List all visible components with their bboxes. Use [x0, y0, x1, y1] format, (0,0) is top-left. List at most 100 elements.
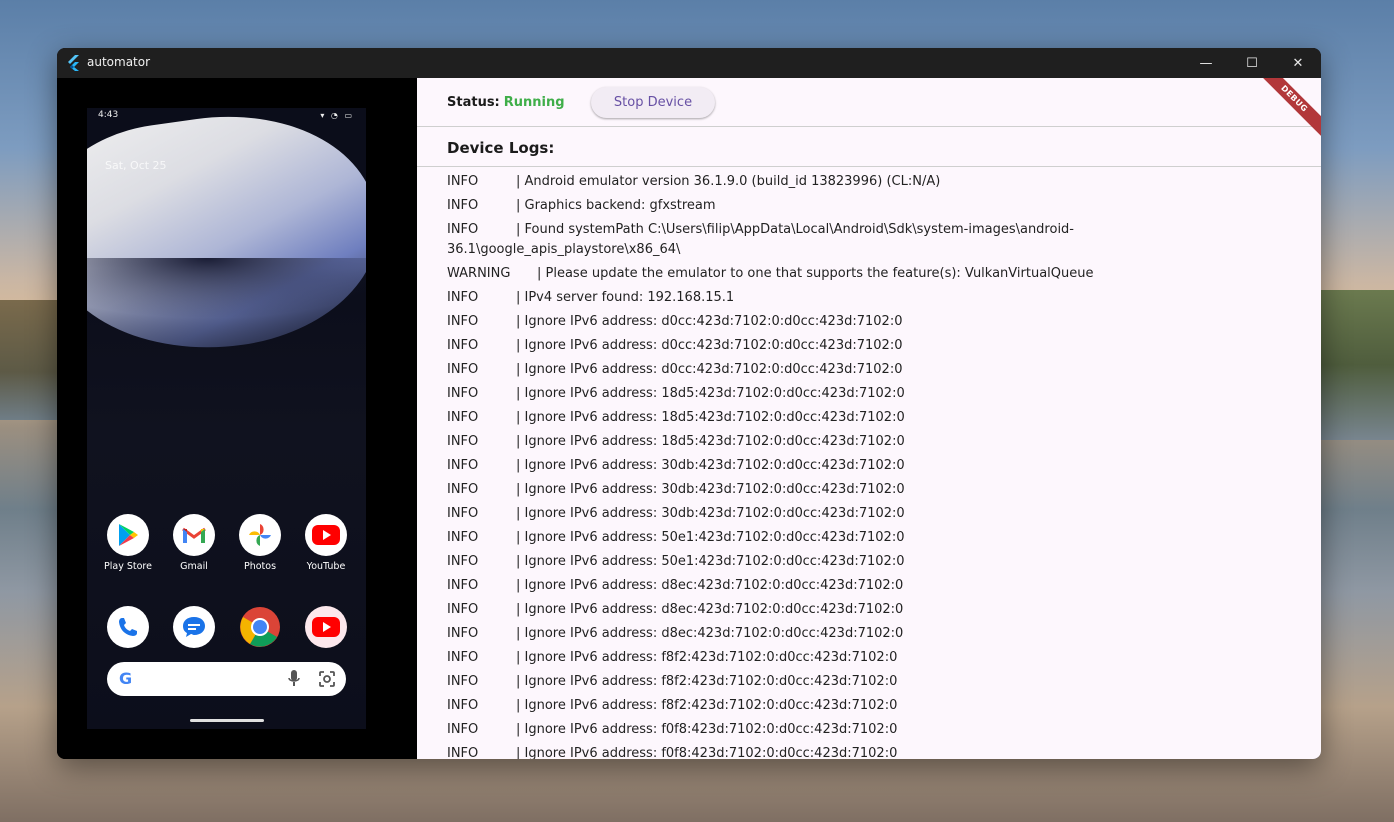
app-youtube[interactable]: YouTube	[296, 514, 356, 572]
log-level: INFO	[447, 554, 479, 569]
log-level: WARNING	[447, 266, 511, 281]
log-entry: INFO | IPv4 server found: 192.168.15.1	[447, 286, 1307, 310]
log-entry: INFO | Ignore IPv6 address: d0cc:423d:710…	[447, 334, 1307, 358]
log-message: | Ignore IPv6 address: 18d5:423d:7102:0:…	[516, 386, 905, 401]
log-message: | Ignore IPv6 address: d0cc:423d:7102:0:…	[516, 338, 903, 353]
wallpaper-hill-right	[1319, 290, 1394, 440]
app-label: Play Store	[104, 561, 152, 572]
minimize-button[interactable]: —	[1183, 48, 1229, 78]
log-entry: INFO | Ignore IPv6 address: d8ec:423d:710…	[447, 622, 1307, 646]
log-entry: INFO | Ignore IPv6 address: f8f2:423d:710…	[447, 694, 1307, 718]
log-entry: INFO | Android emulator version 36.1.9.0 …	[447, 170, 1307, 194]
youtube-icon	[305, 514, 347, 556]
minimize-icon: —	[1199, 55, 1213, 71]
status-label: Status:	[447, 95, 500, 110]
gesture-nav-bar[interactable]	[190, 719, 264, 722]
gmail-icon	[173, 514, 215, 556]
log-level: INFO	[447, 602, 479, 617]
log-level: INFO	[447, 578, 479, 593]
phone-screen[interactable]: 4:43 ▾ ◔ ▭ Sat, Oct 25 Play Store Gmail …	[87, 108, 366, 729]
log-entry: INFO | Ignore IPv6 address: 30db:423d:710…	[447, 478, 1307, 502]
phone-clock: 4:43	[98, 110, 119, 120]
log-entry: INFO | Ignore IPv6 address: d0cc:423d:710…	[447, 310, 1307, 334]
log-entry: INFO | Ignore IPv6 address: 30db:423d:710…	[447, 454, 1307, 478]
log-entry: INFO | Graphics backend: gfxstream	[447, 194, 1307, 218]
phone-icon	[107, 606, 149, 648]
title-bar[interactable]: automator — ☐ ✕	[57, 48, 1321, 78]
log-level: INFO	[447, 290, 479, 305]
log-list[interactable]: INFO | Android emulator version 36.1.9.0 …	[447, 170, 1307, 759]
log-entry: INFO | Ignore IPv6 address: 50e1:423d:710…	[447, 550, 1307, 574]
log-message: | Ignore IPv6 address: f0f8:423d:7102:0:…	[516, 746, 898, 759]
logs-title: Device Logs:	[447, 139, 555, 157]
log-level: INFO	[447, 198, 479, 213]
log-level: INFO	[447, 650, 479, 665]
log-level: INFO	[447, 174, 479, 189]
lens-icon[interactable]	[318, 670, 336, 688]
close-button[interactable]: ✕	[1275, 48, 1321, 78]
log-message: | Ignore IPv6 address: d0cc:423d:7102:0:…	[516, 362, 903, 377]
dock-chrome[interactable]	[230, 606, 290, 648]
log-level: INFO	[447, 410, 479, 425]
dock-youtube-music[interactable]	[296, 606, 356, 648]
log-entry: INFO | Ignore IPv6 address: d0cc:423d:710…	[447, 358, 1307, 382]
dock-messages[interactable]	[164, 606, 224, 648]
app-label: Gmail	[180, 561, 208, 572]
microphone-icon[interactable]	[288, 670, 300, 688]
photos-icon	[239, 514, 281, 556]
window-title: automator	[87, 55, 151, 69]
log-level: INFO	[447, 458, 479, 473]
log-level: INFO	[447, 482, 479, 497]
log-entry: INFO | Ignore IPv6 address: f0f8:423d:710…	[447, 718, 1307, 742]
log-level: INFO	[447, 626, 479, 641]
log-level: INFO	[447, 386, 479, 401]
play-store-icon	[107, 514, 149, 556]
dock-phone[interactable]	[98, 606, 158, 648]
app-label: YouTube	[306, 561, 346, 572]
log-entry: INFO | Ignore IPv6 address: 30db:423d:710…	[447, 502, 1307, 526]
log-level: INFO	[447, 746, 479, 759]
flutter-logo-icon	[68, 55, 79, 71]
log-entry: INFO | Ignore IPv6 address: f0f8:423d:710…	[447, 742, 1307, 759]
log-entry: INFO | Found systemPath C:\Users\filip\Ap…	[447, 218, 1307, 262]
log-message: | Ignore IPv6 address: 30db:423d:7102:0:…	[516, 506, 905, 521]
log-message: | Ignore IPv6 address: f0f8:423d:7102:0:…	[516, 722, 898, 737]
status-row: Status: Running Stop Device	[417, 78, 1321, 127]
log-message: | Ignore IPv6 address: d8ec:423d:7102:0:…	[516, 626, 904, 641]
log-message: | Ignore IPv6 address: f8f2:423d:7102:0:…	[516, 674, 898, 689]
maximize-icon: ☐	[1246, 55, 1258, 71]
log-message: | Found systemPath C:\Users\filip\AppDat…	[447, 222, 1074, 257]
log-level: INFO	[447, 530, 479, 545]
log-level: INFO	[447, 434, 479, 449]
log-entry: INFO | Ignore IPv6 address: 18d5:423d:710…	[447, 430, 1307, 454]
log-level: INFO	[447, 222, 479, 237]
log-level: INFO	[447, 698, 479, 713]
log-message: | Ignore IPv6 address: d8ec:423d:7102:0:…	[516, 578, 904, 593]
wallpaper-fold	[87, 258, 366, 368]
log-message: | Ignore IPv6 address: d0cc:423d:7102:0:…	[516, 314, 903, 329]
app-photos[interactable]: Photos	[230, 514, 290, 572]
app-gmail[interactable]: Gmail	[164, 514, 224, 572]
log-message: | Ignore IPv6 address: 30db:423d:7102:0:…	[516, 458, 905, 473]
log-level: INFO	[447, 674, 479, 689]
log-entry: INFO | Ignore IPv6 address: d8ec:423d:710…	[447, 598, 1307, 622]
phone-status-icons: ▾ ◔ ▭	[320, 111, 354, 120]
log-message: | Ignore IPv6 address: f8f2:423d:7102:0:…	[516, 698, 898, 713]
stop-device-button[interactable]: Stop Device	[591, 87, 715, 118]
app-label: Photos	[243, 561, 277, 572]
log-entry: INFO | Ignore IPv6 address: f8f2:423d:710…	[447, 646, 1307, 670]
device-preview-pane: 4:43 ▾ ◔ ▭ Sat, Oct 25 Play Store Gmail …	[57, 78, 417, 759]
close-icon: ✕	[1292, 55, 1304, 71]
log-message: | Ignore IPv6 address: 18d5:423d:7102:0:…	[516, 410, 905, 425]
log-message: | IPv4 server found: 192.168.15.1	[516, 290, 735, 305]
maximize-button[interactable]: ☐	[1229, 48, 1275, 78]
app-play-store[interactable]: Play Store	[98, 514, 158, 572]
messages-icon	[173, 606, 215, 648]
google-search-bar[interactable]: G	[107, 662, 346, 696]
log-entry: WARNING | Please update the emulator to o…	[447, 262, 1307, 286]
chrome-icon	[239, 606, 281, 648]
log-entry: INFO | Ignore IPv6 address: 18d5:423d:710…	[447, 406, 1307, 430]
log-level: INFO	[447, 506, 479, 521]
log-entry: INFO | Ignore IPv6 address: f8f2:423d:710…	[447, 670, 1307, 694]
google-logo-icon: G	[119, 669, 133, 688]
